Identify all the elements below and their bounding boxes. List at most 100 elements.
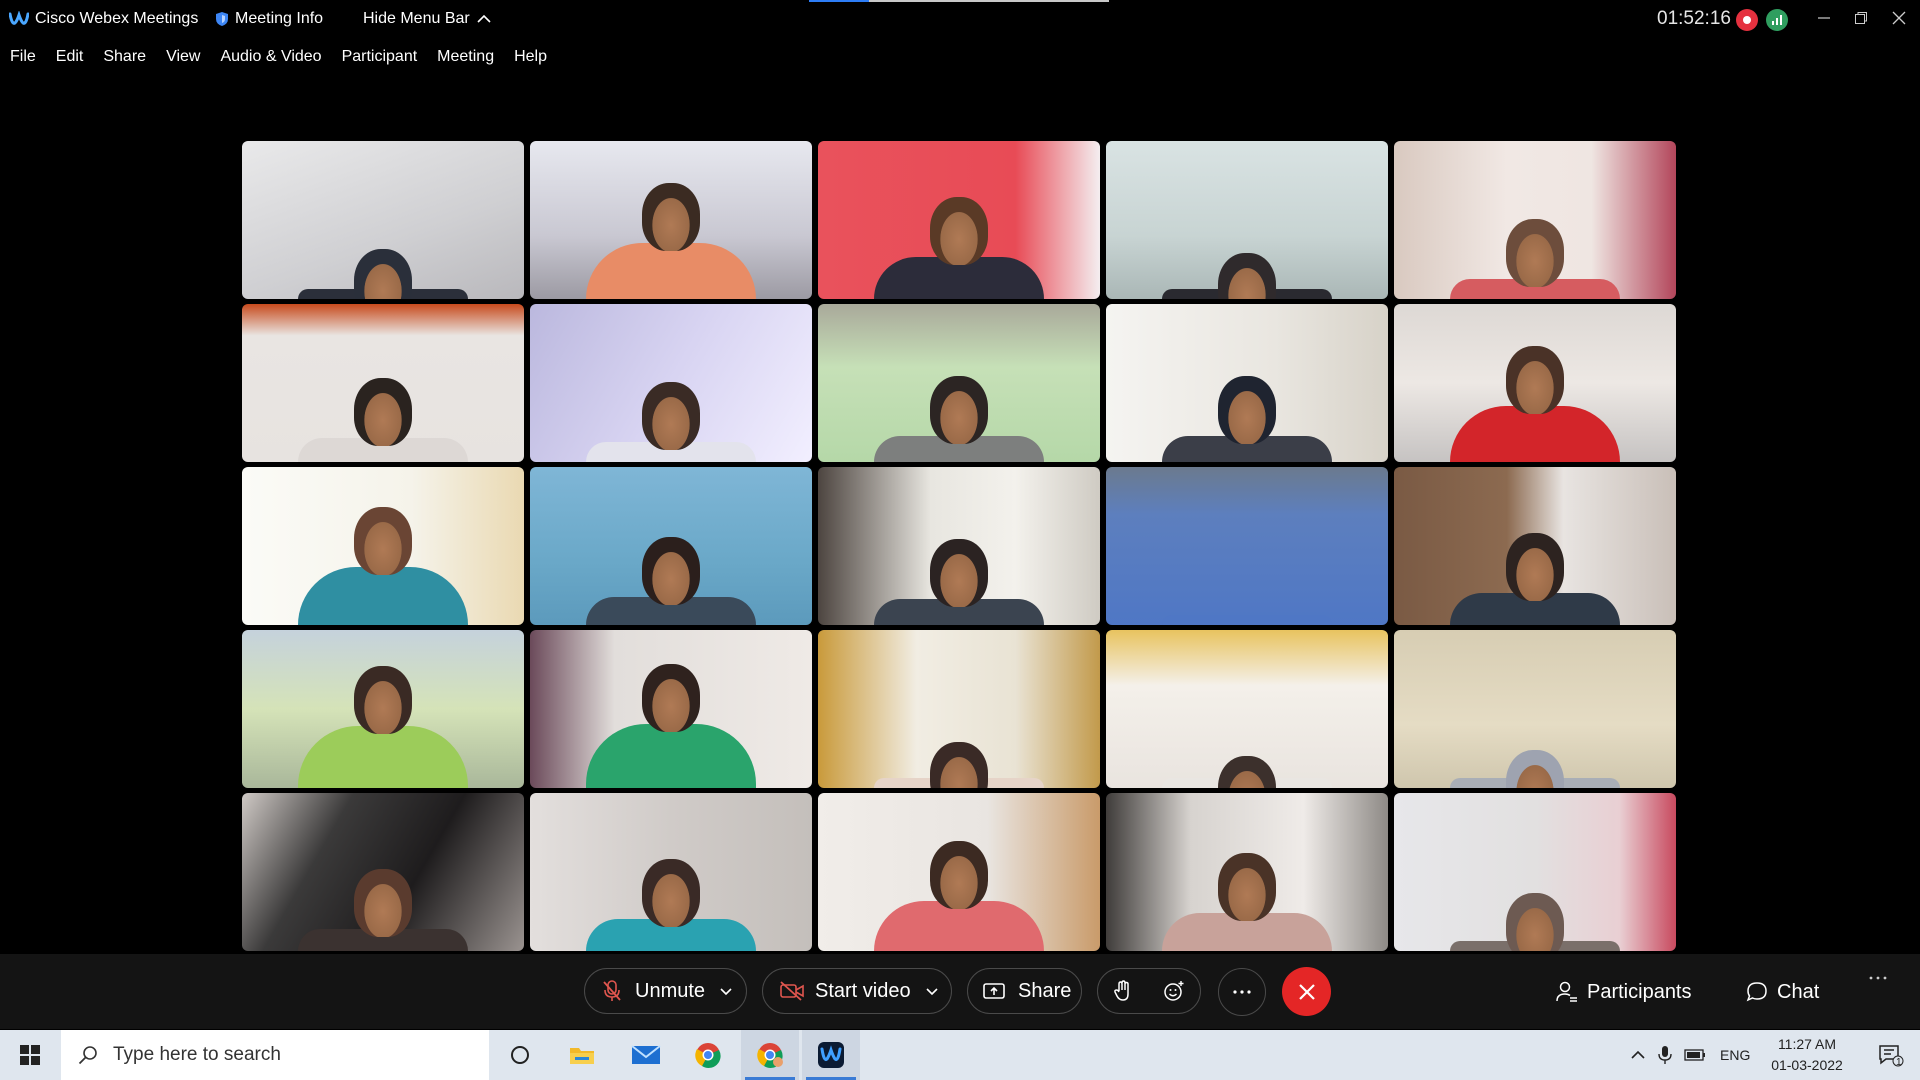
leave-meeting-button[interactable] [1282, 967, 1331, 1016]
participant-video-tile[interactable] [530, 304, 812, 462]
menu-audio-video[interactable]: Audio & Video [210, 44, 331, 70]
hide-menu-bar-button[interactable]: Hide Menu Bar [363, 10, 492, 28]
participant-head [1506, 533, 1564, 601]
system-tray: ENG [1630, 1030, 1750, 1080]
chat-bubble-icon [1746, 982, 1767, 1002]
menu-participant[interactable]: Participant [332, 44, 428, 70]
menu-file[interactable]: File [0, 44, 46, 70]
participant-video-tile[interactable] [1394, 141, 1676, 299]
participants-button[interactable]: Participants [1555, 980, 1692, 1004]
chrome-profile-button[interactable] [741, 1030, 799, 1080]
participant-head [354, 666, 412, 734]
participant-head [354, 869, 412, 937]
participant-video-tile[interactable] [530, 467, 812, 625]
cortana-button[interactable] [491, 1030, 549, 1080]
participant-video-tile[interactable] [242, 467, 524, 625]
share-screen-icon [983, 983, 1005, 999]
close-icon [1298, 983, 1315, 1000]
participant-torso [586, 243, 756, 299]
taskbar-search[interactable] [61, 1030, 489, 1080]
participant-video-tile[interactable] [1106, 793, 1388, 951]
chat-button[interactable]: Chat [1745, 980, 1819, 1004]
share-button[interactable]: Share [967, 968, 1082, 1014]
participant-video-tile[interactable] [818, 141, 1100, 299]
participant-head [1218, 376, 1276, 444]
search-input[interactable] [111, 1043, 455, 1067]
reactions-emoji-icon[interactable] [1162, 979, 1186, 1003]
unmute-button[interactable]: Unmute [584, 968, 747, 1014]
more-options-button[interactable] [1218, 968, 1266, 1016]
participant-video-tile[interactable] [530, 141, 812, 299]
participant-video-tile[interactable] [1394, 467, 1676, 625]
minimize-button[interactable] [1809, 6, 1839, 32]
participant-video-tile[interactable] [1106, 630, 1388, 788]
participant-video-tile[interactable] [1394, 304, 1676, 462]
taskbar-clock[interactable]: 11:27 AM 01-03-2022 [1766, 1034, 1848, 1076]
participant-video-tile[interactable] [242, 630, 524, 788]
participant-video-tile[interactable] [1106, 304, 1388, 462]
participant-head [642, 537, 700, 605]
chevron-up-icon[interactable] [1630, 1049, 1646, 1061]
date-label: 01-03-2022 [1771, 1057, 1843, 1073]
participant-head [354, 507, 412, 575]
menu-help[interactable]: Help [504, 44, 557, 70]
participant-video-tile[interactable] [242, 304, 524, 462]
close-window-button[interactable] [1884, 6, 1914, 32]
chevron-up-icon [477, 14, 491, 23]
participants-icon [1556, 981, 1577, 1002]
chevron-down-icon[interactable] [925, 984, 939, 998]
recording-indicator-icon[interactable] [1736, 9, 1758, 31]
battery-icon[interactable] [1684, 1049, 1706, 1061]
file-explorer-button[interactable] [553, 1030, 611, 1080]
webex-icon [818, 1042, 844, 1068]
participant-video-tile[interactable] [530, 793, 812, 951]
restore-icon [1855, 12, 1867, 24]
participant-torso [298, 567, 468, 625]
restore-button[interactable] [1846, 6, 1876, 32]
participant-video-tile[interactable] [818, 304, 1100, 462]
participant-head [354, 249, 412, 299]
panel-options-button[interactable] [1868, 975, 1888, 981]
start-button[interactable] [0, 1030, 60, 1080]
participant-video-tile[interactable] [242, 141, 524, 299]
chrome-button[interactable] [679, 1030, 737, 1080]
participant-torso [1450, 406, 1620, 462]
participant-video-tile[interactable] [818, 467, 1100, 625]
participant-head [1218, 756, 1276, 788]
window-indicator [809, 0, 1109, 2]
participant-video-tile[interactable] [1394, 793, 1676, 951]
participant-torso [298, 726, 468, 788]
microphone-icon[interactable] [1658, 1045, 1672, 1065]
participant-head [1506, 893, 1564, 951]
menu-share[interactable]: Share [93, 44, 156, 70]
search-icon [78, 1046, 97, 1065]
participant-video-tile[interactable] [1394, 630, 1676, 788]
participant-video-tile[interactable] [530, 630, 812, 788]
menu-edit[interactable]: Edit [46, 44, 94, 70]
share-label: Share [1018, 979, 1072, 1002]
menu-view[interactable]: View [156, 44, 210, 70]
webex-taskbar-button[interactable] [802, 1030, 860, 1080]
menu-meeting[interactable]: Meeting [427, 44, 504, 70]
notifications-button[interactable]: 1 [1862, 1030, 1920, 1080]
start-video-button[interactable]: Start video [762, 968, 952, 1014]
participant-video-tile[interactable] [1106, 141, 1388, 299]
title-bar: Cisco Webex Meetings Meeting Info Hide M… [0, 0, 1920, 40]
chat-label: Chat [1777, 980, 1820, 1003]
participant-torso [586, 724, 756, 788]
time-label: 11:27 AM [1777, 1036, 1837, 1052]
cortana-icon [511, 1046, 529, 1064]
windows-logo-icon [20, 1045, 40, 1065]
network-health-icon[interactable] [1766, 9, 1788, 31]
meeting-controls: Unmute Start video Share Participants Ch… [0, 954, 1920, 1029]
participant-video-tile[interactable] [242, 793, 524, 951]
raise-hand-icon[interactable] [1113, 979, 1133, 1003]
participant-video-tile[interactable] [818, 793, 1100, 951]
language-indicator[interactable]: ENG [1720, 1047, 1750, 1063]
participant-video-tile[interactable] [818, 630, 1100, 788]
meeting-info-button[interactable]: Meeting Info [215, 10, 323, 28]
mail-button[interactable] [617, 1030, 675, 1080]
participant-video-tile[interactable] [1106, 467, 1388, 625]
participant-head [354, 378, 412, 446]
chevron-down-icon[interactable] [719, 984, 733, 998]
